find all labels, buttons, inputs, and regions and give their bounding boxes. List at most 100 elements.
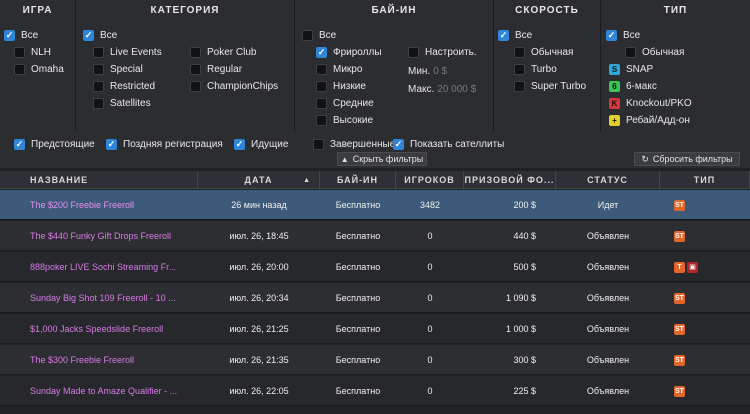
- checkbox-icon[interactable]: [93, 46, 104, 58]
- checkbox-icon[interactable]: [514, 46, 525, 58]
- checkbox-icon[interactable]: [316, 63, 327, 75]
- checkbox-checked-icon[interactable]: [106, 138, 117, 150]
- filter-option[interactable]: Regular: [190, 62, 242, 76]
- filter-option[interactable]: Идущие: [234, 137, 288, 151]
- col-players-header[interactable]: ИГРОКОВ: [396, 171, 464, 189]
- filter-option[interactable]: Satellites: [93, 96, 151, 110]
- table-row[interactable]: Sunday Big Shot 109 Freeroll - 10 ... июл…: [0, 283, 750, 313]
- filter-option[interactable]: Настроить.: [408, 45, 477, 59]
- filter-game-header: ИГРА: [22, 5, 53, 16]
- checkbox-icon[interactable]: [190, 63, 201, 75]
- checkbox-icon[interactable]: [313, 138, 324, 150]
- cell-buyin: Бесплатно: [335, 293, 381, 303]
- filter-option[interactable]: Микро: [316, 62, 362, 76]
- checkbox-checked-icon[interactable]: [316, 46, 327, 58]
- table-row[interactable]: $1,000 Jacks Speedslide Freeroll июл. 26,…: [0, 314, 750, 344]
- checkbox-icon[interactable]: [14, 63, 25, 75]
- filter-option[interactable]: Обычная: [625, 45, 684, 59]
- buyin-min-field[interactable]: Мин. 0 $: [408, 64, 481, 78]
- filter-option-label: Super Turbo: [531, 80, 587, 92]
- filter-option[interactable]: Все: [606, 28, 640, 42]
- table-row[interactable]: The $440 Funky Gift Drops Freeroll июл. 2…: [0, 221, 750, 251]
- filter-option[interactable]: Restricted: [93, 79, 155, 93]
- filter-option[interactable]: Обычная: [514, 45, 573, 59]
- checkbox-icon[interactable]: [14, 46, 25, 58]
- checkbox-icon[interactable]: [514, 80, 525, 92]
- checkbox-icon[interactable]: [190, 80, 201, 92]
- filter-option[interactable]: K Knockout/PKO: [609, 96, 692, 110]
- buyin-max-field[interactable]: Макс. 20 000 $: [408, 82, 485, 96]
- checkbox-icon[interactable]: [93, 97, 104, 109]
- hide-filters-button[interactable]: ▲ Скрыть фильтры: [337, 152, 427, 166]
- col-type-header[interactable]: ТИП: [660, 171, 750, 189]
- filter-option[interactable]: Низкие: [316, 79, 366, 93]
- filters-panel: ИГРА КАТЕГОРИЯ БАЙ-ИН СКОРОСТЬ ТИП Все NL…: [0, 0, 750, 168]
- filter-option[interactable]: NLH: [14, 45, 51, 59]
- table-row[interactable]: The $300 Freebie Freeroll июл. 26, 21:35 Б…: [0, 345, 750, 375]
- cell-prize: 500 $: [513, 262, 536, 272]
- checkbox-icon[interactable]: [93, 80, 104, 92]
- checkbox-icon[interactable]: [302, 29, 313, 41]
- checkbox-icon[interactable]: [514, 63, 525, 75]
- rebuy-icon: +: [609, 114, 620, 126]
- filter-option[interactable]: Все: [302, 28, 336, 42]
- cell-date: 26 мин назад: [231, 200, 287, 210]
- filter-option[interactable]: Предстоящие: [14, 137, 95, 151]
- checkbox-icon[interactable]: [316, 97, 327, 109]
- checkbox-icon[interactable]: [316, 114, 327, 126]
- checkbox-checked-icon[interactable]: [234, 138, 245, 150]
- checkbox-icon[interactable]: [93, 63, 104, 75]
- col-status-label: СТАТУС: [587, 175, 628, 185]
- cell-status: Объявлен: [586, 324, 630, 334]
- checkbox-checked-icon[interactable]: [498, 29, 509, 41]
- table-row[interactable]: The $200 Freebie Freeroll 26 мин назад Бес…: [0, 190, 750, 220]
- col-name-header[interactable]: НАЗВАНИЕ: [0, 171, 198, 189]
- filter-option[interactable]: + Ребай/Адд-он: [609, 113, 690, 127]
- checkbox-icon[interactable]: [408, 46, 419, 58]
- col-buyin-label: БАЙ-ИН: [336, 175, 379, 185]
- col-prize-header[interactable]: ПРИЗОВОЙ ФО...: [464, 171, 556, 189]
- checkbox-checked-icon[interactable]: [606, 29, 617, 41]
- filter-option[interactable]: Поздняя регистрация: [106, 137, 223, 151]
- filter-option[interactable]: Высокие: [316, 113, 373, 127]
- table-row[interactable]: 888poker LIVE Sochi Streaming Fr... июл. …: [0, 252, 750, 282]
- checkbox-checked-icon[interactable]: [393, 138, 404, 150]
- filter-option[interactable]: Poker Club: [190, 45, 256, 59]
- filter-option[interactable]: Завершенные: [313, 137, 395, 151]
- filter-option[interactable]: Omaha: [14, 62, 64, 76]
- table-row[interactable]: Sunday Made to Amaze Qualifier - ... июл.…: [0, 376, 750, 406]
- filter-option[interactable]: S SNAP: [609, 62, 653, 76]
- cell-name: The $440 Funky Gift Drops Freeroll: [30, 231, 172, 241]
- sort-asc-icon: ▲: [303, 176, 311, 184]
- filter-option[interactable]: ChampionChips: [190, 79, 278, 93]
- filter-option[interactable]: Special: [93, 62, 143, 76]
- col-date-header[interactable]: ДАТА ▲: [198, 171, 320, 189]
- buyin-min-input[interactable]: 0 $: [433, 66, 481, 77]
- checkbox-icon[interactable]: [625, 46, 636, 58]
- filter-option[interactable]: Фрироллы: [316, 45, 382, 59]
- cell-date: июл. 26, 22:05: [229, 386, 289, 396]
- filter-option[interactable]: Turbo: [514, 62, 557, 76]
- reset-filters-button[interactable]: ↻ Сбросить фильтры: [634, 152, 740, 166]
- filter-option-label: Satellites: [110, 97, 151, 109]
- checkbox-icon[interactable]: [316, 80, 327, 92]
- filter-option[interactable]: Показать сателлиты: [393, 137, 504, 151]
- checkbox-checked-icon[interactable]: [14, 138, 25, 150]
- cell-date: июл. 26, 20:00: [229, 262, 289, 272]
- filter-option[interactable]: Все: [4, 28, 38, 42]
- col-buyin-header[interactable]: БАЙ-ИН: [320, 171, 396, 189]
- checkbox-checked-icon[interactable]: [83, 29, 94, 41]
- col-status-header[interactable]: СТАТУС: [556, 171, 660, 189]
- cell-type: ST: [674, 314, 714, 344]
- col-players-label: ИГРОКОВ: [404, 175, 455, 185]
- buyin-max-input[interactable]: 20 000 $: [437, 84, 485, 95]
- filter-option-label: Обычная: [642, 46, 685, 58]
- filter-option[interactable]: Super Turbo: [514, 79, 586, 93]
- checkbox-icon[interactable]: [190, 46, 201, 58]
- filter-option[interactable]: Live Events: [93, 45, 162, 59]
- filter-option[interactable]: Все: [83, 28, 117, 42]
- filter-option[interactable]: Средние: [316, 96, 374, 110]
- checkbox-checked-icon[interactable]: [4, 29, 15, 41]
- filter-option[interactable]: Все: [498, 28, 532, 42]
- filter-option[interactable]: 6 6-макс: [609, 79, 657, 93]
